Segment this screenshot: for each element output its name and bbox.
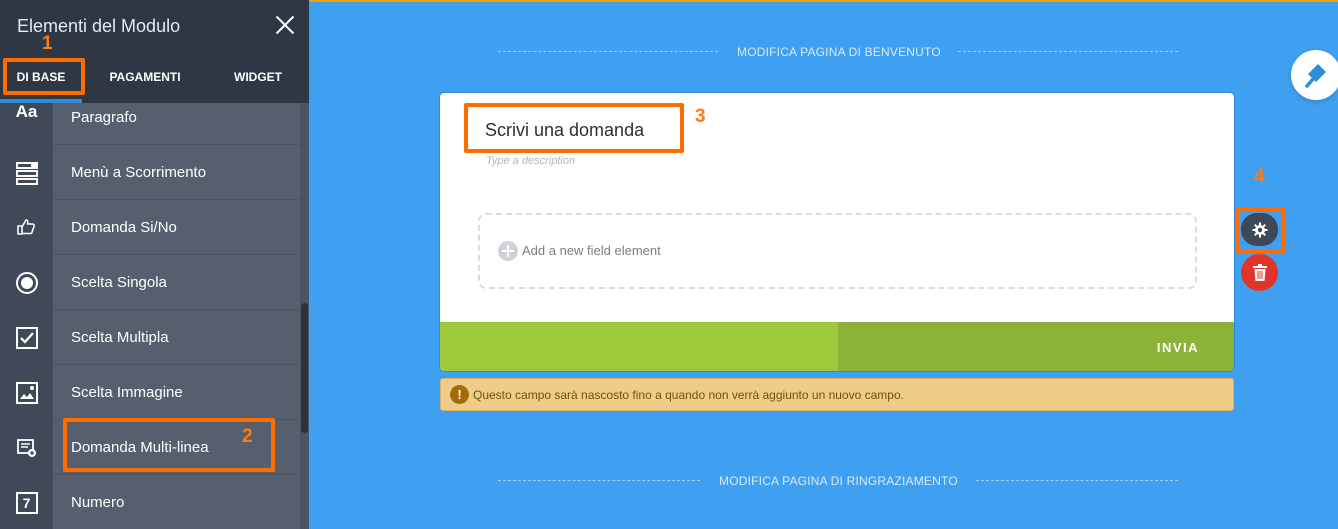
delete-field-button[interactable] (1241, 254, 1278, 291)
sidebar-item-scelta-multipla[interactable]: Scelta Multipla (0, 310, 300, 365)
sidebar-scrollbar[interactable] (300, 103, 309, 529)
sidebar-item-label: Numero (71, 494, 125, 511)
divider-line (498, 480, 700, 481)
form-designer-button[interactable] (1291, 50, 1338, 100)
trash-icon (1252, 264, 1267, 281)
sidebar-item-numero[interactable]: 7 Numero (0, 475, 300, 529)
annotation-number-3: 3 (695, 106, 706, 127)
sidebar-item-label: Domanda Si/No (71, 219, 177, 236)
sidebar-item-scelta-immagine[interactable]: Scelta Immagine (0, 365, 300, 420)
sidebar-item-label: Scelta Singola (71, 274, 167, 291)
submit-bar: INVIA (440, 322, 1234, 371)
sidebar-item-domanda-multi-linea[interactable]: Domanda Multi-linea (0, 420, 300, 475)
sidebar-item-label: Paragrafo (71, 109, 137, 126)
radio-icon (0, 255, 53, 310)
number-icon: 7 (0, 475, 53, 529)
warning-text: Questo campo sarà nascosto fino a quando… (473, 388, 904, 402)
dropdown-icon (0, 145, 53, 200)
plus-icon (498, 241, 518, 261)
thumbs-icon (0, 200, 53, 255)
divider-line (976, 480, 1178, 481)
question-title[interactable]: Scrivi una domanda (485, 120, 644, 141)
sidebar-item-menu-scorrimento[interactable]: Menù a Scorrimento (0, 145, 300, 200)
sidebar-item-paragrafo[interactable]: Aa Paragrafo (0, 103, 300, 145)
sidebar-item-label: Scelta Immagine (71, 384, 183, 401)
tab-widget[interactable]: WIDGET (205, 51, 311, 103)
warning-icon: ! (450, 385, 469, 404)
divider-line (498, 51, 718, 52)
hidden-field-warning: ! Questo campo sarà nascosto fino a quan… (440, 378, 1234, 411)
checkbox-icon (0, 310, 53, 365)
sidebar-item-label: Menù a Scorrimento (71, 164, 207, 181)
tab-di-base[interactable]: DI BASE (0, 51, 82, 103)
close-icon[interactable] (272, 12, 298, 38)
edit-thanks-page-link[interactable]: MODIFICA PAGINA DI RINGRAZIAMENTO (719, 474, 958, 488)
text-aa-glyph: Aa (15, 103, 38, 121)
sidebar-item-domanda-si-no[interactable]: Domanda Si/No (0, 200, 300, 255)
edit-welcome-page-link[interactable]: MODIFICA PAGINA DI BENVENUTO (737, 45, 941, 59)
tab-pagamenti[interactable]: PAGAMENTI (92, 51, 198, 103)
annotation-number-4: 4 (1254, 166, 1265, 187)
sidebar-item-label: Scelta Multipla (71, 329, 169, 346)
field-settings-button[interactable] (1241, 213, 1278, 246)
gear-icon (1252, 222, 1267, 237)
add-field-dropzone[interactable]: Add a new field element (478, 213, 1197, 289)
submit-button[interactable]: INVIA (838, 322, 1234, 371)
sidebar-element-list: Aa Paragrafo Menù a Scorrimento Domanda … (0, 103, 300, 529)
form-card: Scrivi una domanda Type a description Ad… (439, 92, 1235, 372)
annotation-number-2: 2 (242, 426, 253, 447)
form-elements-sidebar: Elementi del Modulo DI BASE PAGAMENTI WI… (0, 0, 309, 529)
question-description[interactable]: Type a description (486, 155, 575, 167)
sidebar-tabs: DI BASE PAGAMENTI WIDGET (0, 51, 309, 103)
sidebar-item-label: Domanda Multi-linea (71, 439, 209, 456)
sidebar-item-scelta-singola[interactable]: Scelta Singola (0, 255, 300, 310)
divider-line (958, 51, 1178, 52)
top-accent-line (309, 0, 1338, 2)
multiline-icon (0, 420, 53, 475)
image-choice-icon (0, 365, 53, 420)
text-aa-icon: Aa (0, 103, 53, 145)
paint-roller-icon (1305, 64, 1326, 88)
scrollbar-thumb[interactable] (301, 303, 308, 433)
add-field-text: Add a new field element (522, 243, 661, 258)
number-glyph-box: 7 (15, 491, 38, 514)
annotation-number-1: 1 (42, 33, 53, 54)
